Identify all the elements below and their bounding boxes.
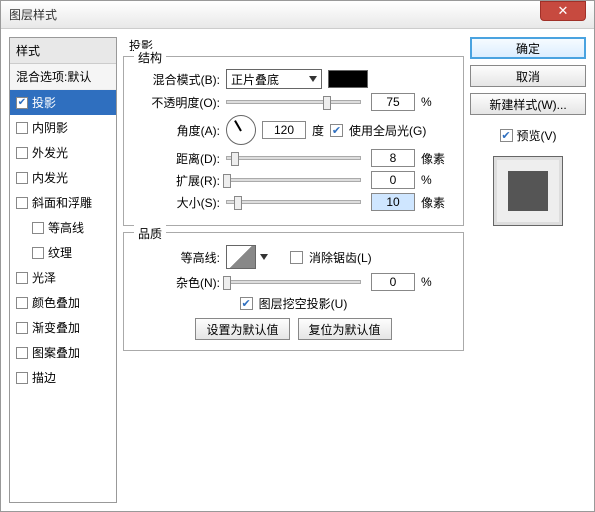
style-checkbox[interactable] xyxy=(16,197,28,209)
antialias-label: 消除锯齿(L) xyxy=(309,249,372,266)
style-item-11[interactable]: 描边 xyxy=(10,365,116,390)
knockout-label: 图层挖空投影(U) xyxy=(259,295,348,312)
titlebar: 图层样式 ✕ xyxy=(1,1,594,29)
global-light-label: 使用全局光(G) xyxy=(349,122,426,139)
window-title: 图层样式 xyxy=(9,6,586,23)
style-checkbox[interactable] xyxy=(16,297,28,309)
style-checkbox[interactable]: ✔ xyxy=(16,97,28,109)
style-label: 光泽 xyxy=(32,269,56,286)
ok-button[interactable]: 确定 xyxy=(470,37,586,59)
spread-unit: % xyxy=(421,173,453,187)
panel-title: 投影 xyxy=(123,37,464,56)
contour-label: 等高线: xyxy=(134,249,220,266)
blend-mode-label: 混合模式(B): xyxy=(134,71,220,88)
angle-unit: 度 xyxy=(312,122,324,139)
style-label: 图案叠加 xyxy=(32,344,80,361)
antialias-checkbox[interactable] xyxy=(290,251,303,264)
style-item-2[interactable]: 外发光 xyxy=(10,140,116,165)
style-label: 内阴影 xyxy=(32,119,68,136)
angle-input[interactable]: 120 xyxy=(262,121,306,139)
quality-group: 品质 等高线: 消除锯齿(L) 杂色(N): 0 % ✔ xyxy=(123,232,464,351)
style-label: 描边 xyxy=(32,369,56,386)
style-checkbox[interactable] xyxy=(16,322,28,334)
blend-options-default[interactable]: 混合选项:默认 xyxy=(10,64,116,90)
style-label: 投影 xyxy=(32,94,56,111)
global-light-checkbox[interactable]: ✔ xyxy=(330,124,343,137)
noise-input[interactable]: 0 xyxy=(371,273,415,291)
preview-box xyxy=(493,156,563,226)
spread-label: 扩展(R): xyxy=(134,172,220,189)
quality-legend: 品质 xyxy=(134,225,166,242)
opacity-unit: % xyxy=(421,95,453,109)
preview-label: 预览(V) xyxy=(517,127,557,144)
noise-slider[interactable] xyxy=(226,280,361,284)
style-checkbox[interactable] xyxy=(16,122,28,134)
opacity-label: 不透明度(O): xyxy=(134,94,220,111)
style-item-7[interactable]: 光泽 xyxy=(10,265,116,290)
right-panel: 确定 取消 新建样式(W)... ✔ 预览(V) xyxy=(470,37,586,503)
reset-default-button[interactable]: 复位为默认值 xyxy=(298,318,392,340)
style-checkbox[interactable] xyxy=(16,147,28,159)
style-label: 外发光 xyxy=(32,144,68,161)
style-item-6[interactable]: 纹理 xyxy=(10,240,116,265)
style-item-4[interactable]: 斜面和浮雕 xyxy=(10,190,116,215)
style-item-5[interactable]: 等高线 xyxy=(10,215,116,240)
distance-unit: 像素 xyxy=(421,150,453,167)
style-item-3[interactable]: 内发光 xyxy=(10,165,116,190)
spread-input[interactable]: 0 xyxy=(371,171,415,189)
style-checkbox[interactable] xyxy=(32,247,44,259)
preview-swatch xyxy=(508,171,548,211)
style-label: 等高线 xyxy=(48,219,84,236)
cancel-button[interactable]: 取消 xyxy=(470,65,586,87)
style-checkbox[interactable] xyxy=(16,272,28,284)
blend-mode-value: 正片叠底 xyxy=(231,71,279,88)
styles-header: 样式 xyxy=(10,38,116,64)
angle-dial[interactable] xyxy=(226,115,256,145)
style-label: 斜面和浮雕 xyxy=(32,194,92,211)
style-label: 渐变叠加 xyxy=(32,319,80,336)
settings-panel: 投影 结构 混合模式(B): 正片叠底 不透明度(O): 75 % xyxy=(123,37,464,503)
size-input[interactable]: 10 xyxy=(371,193,415,211)
size-label: 大小(S): xyxy=(134,194,220,211)
close-button[interactable]: ✕ xyxy=(540,1,586,21)
style-item-9[interactable]: 渐变叠加 xyxy=(10,315,116,340)
spread-slider[interactable] xyxy=(226,178,361,182)
blend-mode-select[interactable]: 正片叠底 xyxy=(226,69,322,89)
shadow-color-swatch[interactable] xyxy=(328,70,368,88)
style-label: 颜色叠加 xyxy=(32,294,80,311)
style-item-10[interactable]: 图案叠加 xyxy=(10,340,116,365)
style-checkbox[interactable] xyxy=(16,372,28,384)
noise-unit: % xyxy=(421,275,453,289)
distance-input[interactable]: 8 xyxy=(371,149,415,167)
style-checkbox[interactable] xyxy=(32,222,44,234)
styles-list: 样式 混合选项:默认 ✔ 投影内阴影外发光内发光斜面和浮雕等高线纹理光泽颜色叠加渐… xyxy=(9,37,117,503)
style-item-0[interactable]: ✔ 投影 xyxy=(10,90,116,115)
style-label: 内发光 xyxy=(32,169,68,186)
size-unit: 像素 xyxy=(421,194,453,211)
style-checkbox[interactable] xyxy=(16,347,28,359)
knockout-checkbox[interactable]: ✔ xyxy=(240,297,253,310)
layer-style-dialog: 图层样式 ✕ 样式 混合选项:默认 ✔ 投影内阴影外发光内发光斜面和浮雕等高线纹理… xyxy=(0,0,595,512)
size-slider[interactable] xyxy=(226,200,361,204)
distance-label: 距离(D): xyxy=(134,150,220,167)
opacity-slider[interactable] xyxy=(226,100,361,104)
structure-legend: 结构 xyxy=(134,49,166,66)
style-item-8[interactable]: 颜色叠加 xyxy=(10,290,116,315)
make-default-button[interactable]: 设置为默认值 xyxy=(195,318,289,340)
style-checkbox[interactable] xyxy=(16,172,28,184)
chevron-down-icon xyxy=(309,76,317,82)
style-item-1[interactable]: 内阴影 xyxy=(10,115,116,140)
angle-label: 角度(A): xyxy=(134,122,220,139)
structure-group: 结构 混合模式(B): 正片叠底 不透明度(O): 75 % 角度 xyxy=(123,56,464,226)
preview-checkbox[interactable]: ✔ xyxy=(500,129,513,142)
chevron-down-icon[interactable] xyxy=(260,254,268,260)
contour-picker[interactable] xyxy=(226,245,256,269)
new-style-button[interactable]: 新建样式(W)... xyxy=(470,93,586,115)
distance-slider[interactable] xyxy=(226,156,361,160)
noise-label: 杂色(N): xyxy=(134,274,220,291)
style-label: 纹理 xyxy=(48,244,72,261)
opacity-input[interactable]: 75 xyxy=(371,93,415,111)
